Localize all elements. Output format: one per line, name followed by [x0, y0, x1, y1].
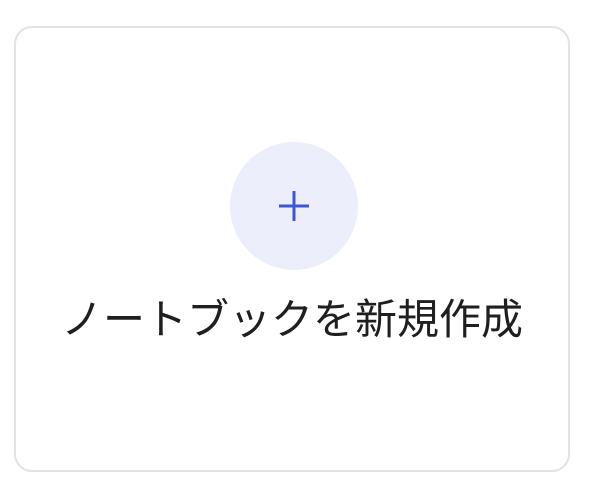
plus-icon: [279, 191, 309, 221]
create-new-notebook-card[interactable]: ノートブックを新規作成: [14, 26, 570, 472]
create-notebook-label: ノートブックを新規作成: [60, 295, 523, 344]
create-notebook-icon-circle[interactable]: [230, 142, 358, 270]
